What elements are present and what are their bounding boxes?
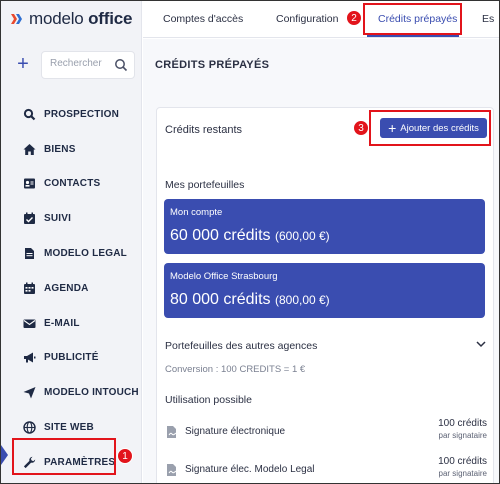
logo-text: modelo office <box>29 9 133 28</box>
calendar-check-icon <box>23 212 36 225</box>
search-icon <box>23 108 36 121</box>
usage-cost-unit: par signataire <box>438 469 487 478</box>
wallet-amount: 60 000 crédits (600,00 €) <box>170 227 330 245</box>
tab-credits-prepayes[interactable]: Crédits prépayés <box>378 1 457 38</box>
wallet-credits: 80 000 crédits <box>170 291 271 308</box>
page-title: CRÉDITS PRÉPAYÉS <box>155 59 270 71</box>
wallet-credits: 60 000 crédits <box>170 227 271 244</box>
wallet-name: Mon compte <box>170 207 223 218</box>
sidebar-item-contacts[interactable]: CONTACTS <box>1 167 142 202</box>
wallets-title: Mes portefeuilles <box>165 179 245 191</box>
logo-mark-icon <box>11 14 22 24</box>
wrench-icon <box>23 456 36 469</box>
search-input[interactable] <box>50 58 114 69</box>
sidebar-item-label: PARAMÈTRES <box>44 456 116 468</box>
conversion-rate: Conversion : 100 CREDITS = 1 € <box>165 364 306 375</box>
step-badge-1: 1 <box>117 448 133 464</box>
chevron-down-icon[interactable] <box>475 338 487 350</box>
sidebar-item-label: MODELO LEGAL <box>44 248 127 260</box>
add-credits-label: Ajouter des crédits <box>400 122 479 134</box>
tab-configuration[interactable]: Configuration <box>276 1 338 38</box>
usage-cost-unit: par signataire <box>438 431 487 440</box>
sidebar-item-site-web[interactable]: SITE WEB <box>1 410 142 445</box>
usage-title: Utilisation possible <box>165 394 252 406</box>
credits-card: Crédits restants + Ajouter des crédits M… <box>156 107 494 483</box>
active-tab-underline <box>367 35 459 37</box>
create-new-button[interactable]: + <box>14 54 32 74</box>
megaphone-icon <box>23 351 36 364</box>
contact-card-icon <box>23 177 36 190</box>
plus-icon: + <box>388 120 397 136</box>
wallet-eur: (800,00 €) <box>274 293 330 307</box>
other-agencies-accordion[interactable]: Portefeuilles des autres agences <box>165 336 487 356</box>
step-badge-3: 3 <box>353 120 369 136</box>
logo[interactable]: modelo office <box>9 8 132 30</box>
usage-row: Signature élec. Modelo Legal 100 crédits… <box>165 456 487 483</box>
sidebar-nav: PROSPECTION BIENS CONTACTS SUIVI MODELO … <box>1 97 142 480</box>
search-icon[interactable] <box>114 58 128 72</box>
tab-comptes-acces[interactable]: Comptes d'accès <box>163 1 243 38</box>
signature-icon <box>167 464 177 476</box>
send-icon <box>23 386 36 399</box>
usage-cost-value: 100 crédits <box>438 418 487 429</box>
sidebar-item-label: PUBLICITÉ <box>44 352 99 364</box>
add-credits-button[interactable]: + Ajouter des crédits <box>380 118 487 138</box>
app-window: modelo office + PROSPECTION BIENS CONTAC… <box>0 0 500 484</box>
sidebar-item-prospection[interactable]: PROSPECTION <box>1 97 142 132</box>
main-content: CRÉDITS PRÉPAYÉS Crédits restants + Ajou… <box>143 39 499 483</box>
sidebar-item-label: SITE WEB <box>44 422 94 434</box>
step-badge-2: 2 <box>346 10 362 26</box>
usage-label: Signature élec. Modelo Legal <box>185 464 315 475</box>
sidebar-item-label: AGENDA <box>44 282 89 294</box>
usage-cost: 100 crédits par signataire <box>438 456 487 478</box>
sidebar-item-label: MODELO INTOUCH <box>44 387 139 399</box>
calendar-icon <box>23 282 36 295</box>
wallet-card[interactable]: Modelo Office Strasbourg 80 000 crédits … <box>164 263 485 318</box>
other-agencies-label: Portefeuilles des autres agences <box>165 340 318 352</box>
sidebar-item-label: CONTACTS <box>44 178 101 190</box>
document-icon <box>23 247 36 260</box>
sidebar-item-biens[interactable]: BIENS <box>1 132 142 167</box>
sidebar-item-email[interactable]: E-MAIL <box>1 306 142 341</box>
usage-row: Signature électronique 100 crédits par s… <box>165 418 487 448</box>
usage-label: Signature électronique <box>185 426 286 437</box>
card-title: Crédits restants <box>165 124 243 136</box>
wallet-card[interactable]: Mon compte 60 000 crédits (600,00 €) <box>164 199 485 254</box>
sidebar-item-label: BIENS <box>44 143 76 155</box>
wallet-name: Modelo Office Strasbourg <box>170 271 278 282</box>
usage-cost-value: 100 crédits <box>438 456 487 467</box>
signature-icon <box>167 426 177 438</box>
sidebar-item-modelo-intouch[interactable]: MODELO INTOUCH <box>1 375 142 410</box>
sidebar-item-agenda[interactable]: AGENDA <box>1 271 142 306</box>
sidebar-item-suivi[interactable]: SUIVI <box>1 201 142 236</box>
globe-icon <box>23 421 36 434</box>
tab-more[interactable]: Es <box>482 1 494 38</box>
sidebar: modelo office + PROSPECTION BIENS CONTAC… <box>1 1 142 483</box>
sidebar-item-label: E-MAIL <box>44 317 80 329</box>
home-icon <box>23 143 36 156</box>
sidebar-item-modelo-legal[interactable]: MODELO LEGAL <box>1 236 142 271</box>
envelope-icon <box>23 317 36 330</box>
tab-bar: Comptes d'accès Configuration Crédits pr… <box>143 1 499 38</box>
sidebar-item-label: SUIVI <box>44 213 72 225</box>
usage-cost: 100 crédits par signataire <box>438 418 487 440</box>
wallet-amount: 80 000 crédits (800,00 €) <box>170 291 330 309</box>
search-box[interactable] <box>41 51 135 79</box>
sidebar-item-publicite[interactable]: PUBLICITÉ <box>1 341 142 376</box>
active-indicator <box>1 445 8 465</box>
wallet-eur: (600,00 €) <box>274 229 330 243</box>
sidebar-item-label: PROSPECTION <box>44 108 119 120</box>
